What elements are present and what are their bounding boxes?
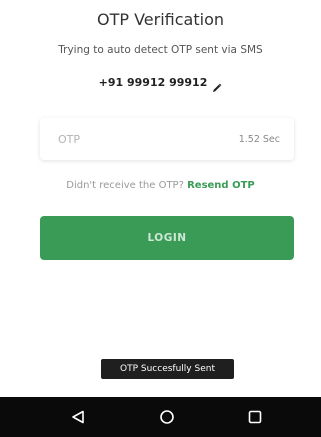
home-icon[interactable] [147, 397, 187, 437]
otp-input[interactable] [58, 132, 208, 146]
page-title: OTP Verification [97, 10, 224, 29]
otp-timer: 1.52 Sec [238, 133, 280, 145]
phone-number: +91 99912 99912 [98, 76, 208, 89]
otp-instructions: Trying to auto detect OTP sent via SMS [58, 44, 263, 56]
recent-apps-icon[interactable] [235, 397, 275, 437]
toast-message: OTP Succesfully Sent [101, 359, 234, 379]
resend-otp-link[interactable]: Resend OTP [187, 180, 255, 191]
back-icon[interactable] [58, 397, 98, 437]
resend-row: Didn't receive the OTP? Resend OTP [0, 180, 321, 191]
otp-field[interactable]: 1.52 Sec [40, 118, 294, 160]
phone-number-row: +91 99912 99912 [0, 76, 321, 92]
pencil-icon[interactable] [212, 78, 222, 92]
login-button[interactable]: LOGIN [40, 216, 294, 260]
resend-prompt: Didn't receive the OTP? [66, 180, 184, 191]
android-nav-bar [0, 397, 321, 437]
